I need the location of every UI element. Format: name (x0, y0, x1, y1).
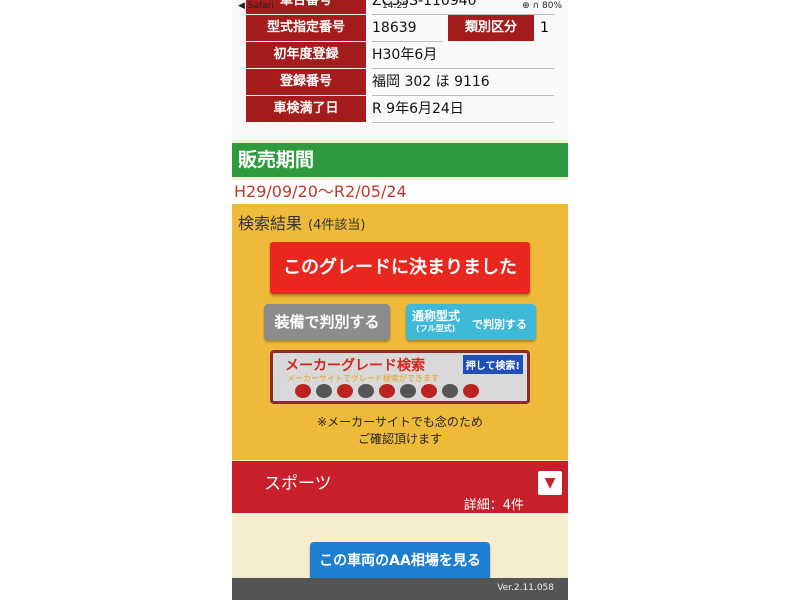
vehicle-row-model: 型式指定番号 18639 類別区分 1 (246, 15, 554, 42)
sales-period-title: 販売期間 (232, 143, 568, 177)
vehicle-row-first-reg: 初年度登録 H30年6月 (246, 42, 554, 69)
maker-logo-icon (316, 384, 332, 398)
judge-by-model-type-button[interactable]: 通称型式 (フル型式) で判別する (406, 304, 536, 340)
type-button-main: 通称型式 (412, 309, 461, 323)
status-battery: ⊕ ∩ 80% (522, 1, 562, 11)
phone-screen: 車台番号 ZC33S-110940 型式指定番号 18639 類別区分 1 初年… (232, 0, 568, 600)
grade-name: スポーツ (264, 474, 332, 494)
maker-logo-icon (421, 384, 437, 398)
maker-logo-icon (379, 384, 395, 398)
vehicle-label: 車検満了日 (246, 96, 366, 122)
grade-detail-count: 詳細：4件 (463, 498, 524, 513)
version-label: Ver.2.11.058 (497, 583, 554, 593)
maker-site-note: ※メーカーサイトでも念のため ご確認頂けます (232, 414, 568, 448)
status-back-safari[interactable]: ◀ Safari (238, 1, 274, 11)
maker-logo-icon (463, 384, 479, 398)
vehicle-row-plate: 登録番号 福岡 302 ほ 9116 (246, 69, 554, 96)
note-line: ご確認頂けます (357, 432, 442, 446)
search-results-panel: 検索結果 (4件該当) このグレードに決まりました 装備で判別する 通称型式 (フ… (232, 204, 568, 460)
results-count: (4件該当) (308, 218, 366, 233)
footer-bar: Ver.2.11.058 (232, 578, 568, 600)
type-button-sub: (フル型式) (416, 324, 456, 333)
results-title: 検索結果 (4件該当) (238, 210, 365, 234)
expand-down-icon[interactable]: ▼ (538, 471, 562, 495)
results-title-text: 検索結果 (238, 214, 303, 233)
maker-logos (295, 383, 505, 399)
vehicle-info-table: 車台番号 ZC33S-110940 型式指定番号 18639 類別区分 1 初年… (232, 0, 568, 140)
note-line: ※メーカーサイトでも念のため (317, 415, 483, 429)
status-bar: ◀ Safari 14:25 ⊕ ∩ 80% (232, 0, 568, 14)
decide-grade-button[interactable]: このグレードに決まりました (270, 242, 530, 294)
maker-logo-icon (337, 384, 353, 398)
vehicle-label: 型式指定番号 (246, 15, 366, 41)
aa-market-price-button[interactable]: この車両のAA相場を見る (310, 542, 490, 580)
maker-grade-search-button[interactable]: メーカーグレード検索 押して検索! メーカーサイトでグレード検索ができます (270, 350, 530, 404)
vehicle-value: 1 (540, 20, 549, 36)
maker-logo-icon (442, 384, 458, 398)
maker-logo-icon (295, 384, 311, 398)
maker-search-badge: 押して検索! (462, 355, 523, 374)
sales-period-value: H29/09/20〜R2/05/24 (232, 180, 568, 204)
type-button-tail: で判別する (472, 318, 527, 331)
vehicle-value: H30年6月 (372, 42, 554, 69)
vehicle-value: R 9年6月24日 (372, 96, 554, 123)
vehicle-value: 福岡 302 ほ 9116 (372, 69, 554, 96)
maker-search-title: メーカーグレード検索 (285, 358, 425, 374)
vehicle-value: 18639 (372, 15, 442, 42)
status-time: 14:25 (382, 1, 408, 11)
judge-by-equipment-button[interactable]: 装備で判別する (264, 304, 390, 340)
vehicle-label: 登録番号 (246, 69, 366, 95)
maker-logo-icon (400, 384, 416, 398)
vehicle-label: 初年度登録 (246, 42, 366, 68)
vehicle-row-inspection: 車検満了日 R 9年6月24日 (246, 96, 554, 123)
maker-logo-icon (358, 384, 374, 398)
vehicle-label: 類別区分 (448, 15, 534, 41)
grade-item-sports[interactable]: スポーツ 詳細：4件 ▼ (232, 461, 568, 513)
